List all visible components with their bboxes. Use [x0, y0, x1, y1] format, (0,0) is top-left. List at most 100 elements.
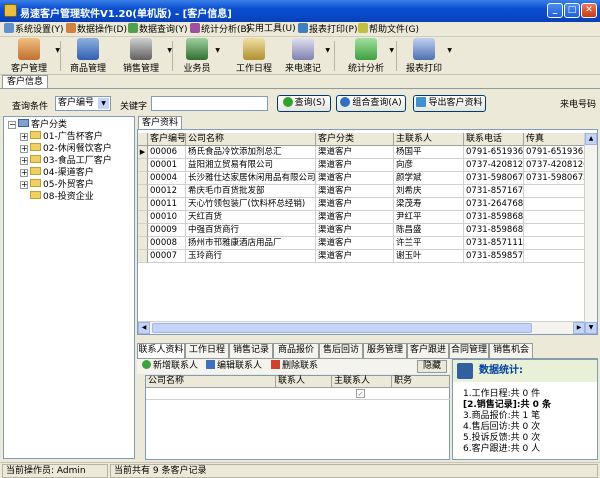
table-cell[interactable]: 0731-85986816	[464, 211, 524, 224]
table-row[interactable]: 00011天心竹领包装厂(饮料杯总经销)渠道客户梁茂寿0731-2647681/…	[138, 198, 597, 211]
table-cell[interactable]: 天心竹领包装厂(饮料杯总经销)	[186, 198, 316, 211]
table-cell[interactable]: 扬州市邗雅康酒店用品厂	[186, 237, 316, 250]
tab-customer-info[interactable]: 客户信息	[2, 75, 48, 89]
table-cell[interactable]: 渠道客户	[316, 211, 394, 224]
menu-report[interactable]: 报表打印(P)	[298, 23, 357, 36]
table-cell[interactable]	[524, 198, 586, 211]
column-header[interactable]: 联系人	[276, 376, 332, 388]
customer-table[interactable]: 客户编号 公司名称 客户分类 主联系人 联系电话 传真 ▶ 00006 杨氏食品冷饮…	[137, 129, 598, 335]
stat-schedule[interactable]: 1.工作日程:共 0 件	[463, 389, 540, 400]
column-header[interactable]: 传真	[524, 133, 586, 146]
menu-data-ops[interactable]: 数据操作(D)	[66, 23, 127, 36]
table-row[interactable]: 00012希庆毛巾百货批发部渠道客户刘希庆0731-85716791	[138, 185, 597, 198]
table-cell[interactable]: 00008	[148, 237, 186, 250]
column-header[interactable]: 职务	[392, 376, 450, 388]
table-cell[interactable]: 天红百货	[186, 211, 316, 224]
expand-icon[interactable]: +	[20, 157, 28, 165]
table-cell[interactable]: 向彦	[394, 159, 464, 172]
table-cell[interactable]	[524, 211, 586, 224]
tab-contacts[interactable]: 联系人资料	[137, 343, 185, 359]
menu-help[interactable]: 帮助文件(G)	[358, 23, 419, 36]
table-cell[interactable]	[524, 237, 586, 250]
toolbar-sales-button[interactable]: 销售管理 ▼	[116, 37, 172, 75]
tab-opportunities[interactable]: 销售机会	[489, 343, 533, 358]
column-header[interactable]: 公司名称	[186, 133, 316, 146]
table-row[interactable]: 00007玉玲商行渠道客户谢玉叶0731-85985792	[138, 250, 597, 263]
toolbar-schedule-button[interactable]: 工作日程	[234, 37, 274, 75]
horizontal-scrollbar[interactable]: ◀ ▶	[138, 321, 585, 334]
condition-select[interactable]: 客户编号 ▼	[55, 96, 111, 111]
table-cell[interactable]: 00004	[148, 172, 186, 185]
table-cell[interactable]	[524, 185, 586, 198]
tree-item[interactable]: +04-渠道客户	[20, 167, 94, 179]
maximize-button[interactable]: □	[564, 3, 580, 18]
table-cell[interactable]: 00012	[148, 185, 186, 198]
table-cell[interactable]	[524, 224, 586, 237]
expand-icon[interactable]: +	[20, 169, 28, 177]
menu-data-query[interactable]: 数据查询(Y)	[128, 23, 188, 36]
stat-quotes[interactable]: 3.商品报价:共 1 笔	[463, 411, 540, 422]
table-cell[interactable]: 00001	[148, 159, 186, 172]
table-cell[interactable]: 渠道客户	[316, 250, 394, 263]
table-cell[interactable]: 颜学斌	[394, 172, 464, 185]
table-cell[interactable]: 渠道客户	[316, 146, 394, 159]
table-cell[interactable]: 00010	[148, 211, 186, 224]
table-row[interactable]: 00010天红百货渠道客户尹红平0731-85986816	[138, 211, 597, 224]
table-cell[interactable]: 0731-85986803	[464, 224, 524, 237]
tab-tracking[interactable]: 客户跟进	[407, 343, 449, 358]
table-cell[interactable]	[524, 250, 586, 263]
contacts-table[interactable]: 公司名称 联系人 主联系人 职务 ✓	[145, 375, 450, 460]
scroll-down-icon[interactable]: ▼	[585, 322, 597, 334]
table-cell[interactable]: 0791-6519365	[464, 146, 524, 159]
stat-complaints[interactable]: 5.投诉反馈:共 0 次	[463, 433, 540, 444]
toolbar-goods-button[interactable]: 商品管理	[66, 37, 110, 75]
table-cell[interactable]: 渠道客户	[316, 159, 394, 172]
export-button[interactable]: 导出客户资料	[413, 95, 486, 112]
table-cell[interactable]: 00011	[148, 198, 186, 211]
table-row[interactable]: ▶ 00006 杨氏食品冷饮添加剂总汇 渠道客户 杨国平 0791-6519365 0791…	[138, 146, 597, 159]
column-header[interactable]: 主联系人	[394, 133, 464, 146]
table-cell[interactable]: 长沙雅仕达家居休闲用品有限公司	[186, 172, 316, 185]
table-row[interactable]: 00004长沙雅仕达家居休闲用品有限公司渠道客户颜学斌0731-5980672/…	[138, 172, 597, 185]
scroll-thumb[interactable]	[152, 323, 532, 333]
edit-contact-button[interactable]: 编辑联系人	[206, 360, 262, 373]
table-cell[interactable]: 益阳湘立贸易有限公司	[186, 159, 316, 172]
scroll-up-icon[interactable]: ▲	[585, 133, 597, 145]
tree-item[interactable]: 08-投资企业	[30, 191, 94, 203]
table-cell[interactable]: 玉玲商行	[186, 250, 316, 263]
table-row[interactable]: 00001 益阳湘立贸易有限公司 渠道客户 向彦 0737-4208126 0737-42…	[138, 159, 597, 172]
table-cell[interactable]: 0731-85985792	[464, 250, 524, 263]
table-row[interactable]: ✓	[146, 388, 450, 400]
query-button[interactable]: 查询(S)	[277, 95, 331, 112]
table-cell[interactable]: 0731-85711112	[464, 237, 524, 250]
table-cell[interactable]: 渠道客户	[316, 198, 394, 211]
expand-icon[interactable]: +	[20, 145, 28, 153]
toolbar-report-button[interactable]: 报表打印 ▼	[402, 37, 452, 75]
stat-sales[interactable]: [2.销售记录]:共 0 条	[463, 400, 551, 411]
tree-item[interactable]: +02-休闲餐饮客户	[20, 143, 112, 155]
customer-category-tree[interactable]: − 客户分类 +01-广告杯客户 +02-休闲餐饮客户 +03-食品工厂客户 +0…	[3, 116, 135, 459]
expand-icon[interactable]: +	[20, 133, 28, 141]
menu-system[interactable]: 系统设置(Y)	[4, 23, 64, 36]
table-cell[interactable]: 0737-4208126	[464, 159, 524, 172]
table-cell[interactable]: 陈昌盛	[394, 224, 464, 237]
hide-button[interactable]: 隐藏	[417, 360, 447, 373]
table-cell[interactable]: 00007	[148, 250, 186, 263]
tree-item[interactable]: +03-食品工厂客户	[20, 155, 112, 167]
table-cell[interactable]: 杨氏食品冷饮添加剂总汇	[186, 146, 316, 159]
table-cell[interactable]: 梁茂寿	[394, 198, 464, 211]
tab-sales-record[interactable]: 销售记录	[229, 343, 273, 358]
table-cell[interactable]: 杨国平	[394, 146, 464, 159]
menu-tools[interactable]: 实用工具(U)	[246, 23, 296, 36]
column-header[interactable]: 客户编号	[148, 133, 186, 146]
table-cell[interactable]: 渠道客户	[316, 185, 394, 198]
tab-followup-visit[interactable]: 售后回访	[319, 343, 363, 358]
collapse-icon[interactable]: −	[8, 121, 16, 129]
add-contact-button[interactable]: 新增联系人	[142, 360, 198, 373]
toolbar-staff-button[interactable]: 业务员 ▼	[180, 37, 220, 75]
scroll-right-icon[interactable]: ▶	[573, 322, 585, 334]
tree-item[interactable]: +05-外贸客户	[20, 179, 94, 191]
tree-root[interactable]: − 客户分类	[8, 119, 67, 131]
table-cell[interactable]: 渠道客户	[316, 224, 394, 237]
scroll-left-icon[interactable]: ◀	[138, 322, 150, 334]
